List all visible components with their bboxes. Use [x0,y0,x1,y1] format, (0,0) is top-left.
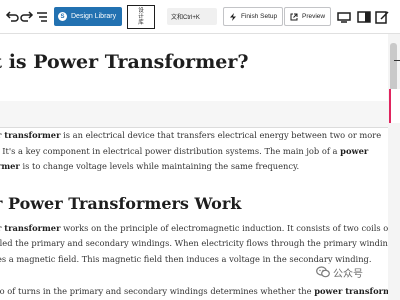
article-title[interactable]: at is Power Transformer? [0,51,249,73]
empty-block[interactable] [0,101,388,127]
wechat-icon [316,265,330,279]
more-options-icon[interactable] [393,9,400,25]
watermark-text: 公众号 [333,268,363,280]
command-search[interactable]: 文和Ctrl+K [167,8,217,25]
intro-line-1[interactable]: r transformer is an electrical device th… [0,128,381,142]
intro-line-2[interactable]: . It's a key component in electrical pow… [0,144,368,158]
finish-setup-button[interactable]: Finish Setup [223,7,284,26]
how-text-4: io of turns in the primary and secondary… [0,286,315,296]
settings-sidebar-icon[interactable] [356,9,372,25]
desktop-view-icon[interactable] [336,9,352,25]
edit-icon[interactable] [374,9,390,25]
intro-text-3: is to change voltage levels while mainta… [19,161,300,171]
scrollbar[interactable] [388,34,400,300]
intro-bold-power: power [340,146,369,156]
panel-divider [394,60,400,61]
document-overview-icon[interactable] [34,9,50,25]
settings-panel-edge[interactable] [389,89,400,123]
how-bold-power-transformer: power transformer [314,286,388,296]
preview-button[interactable]: Preview [284,7,332,26]
preview-label: Preview [302,13,326,20]
intro-text-1: is an electrical device that transfers e… [60,130,382,140]
intro-line-3[interactable]: rmer is to change voltage levels while m… [0,159,299,173]
how-text-1: works on the principle of electromagneti… [60,223,388,233]
how-text-2: iled the primary and secondary windings.… [0,238,388,248]
how-line-1[interactable]: r transformer works on the principle of … [0,221,388,235]
editor-toolbar: S Design Library 设 计 库 文和Ctrl+K Finish S… [0,0,400,34]
lightning-icon [229,12,237,21]
undo-icon[interactable] [4,9,20,25]
how-bold-term: r transformer [0,223,61,233]
design-library-logo-icon: S [58,12,67,21]
editor-canvas[interactable]: at is Power Transformer? r transformer i… [0,34,388,300]
external-link-icon [290,13,298,21]
intro-bold-term: r transformer [0,130,61,140]
design-library-button[interactable]: S Design Library [54,7,122,26]
command-search-shortcut: 文和Ctrl+K [171,15,200,21]
intro-text-2: . It's a key component in electrical pow… [0,146,341,156]
design-library-label: Design Library [71,13,117,20]
section-heading[interactable]: r Power Transformers Work [0,194,241,213]
language-box[interactable]: 设 计 库 [127,5,155,29]
wechat-watermark: 公众号 [316,262,363,282]
finish-setup-label: Finish Setup [241,13,278,20]
intro-bold-rmer: rmer [0,161,20,171]
how-line-4[interactable]: io of turns in the primary and secondary… [0,284,388,298]
language-box-text: 设 计 库 [138,7,144,27]
how-line-2[interactable]: iled the primary and secondary windings.… [0,236,388,250]
redo-icon[interactable] [19,9,35,25]
